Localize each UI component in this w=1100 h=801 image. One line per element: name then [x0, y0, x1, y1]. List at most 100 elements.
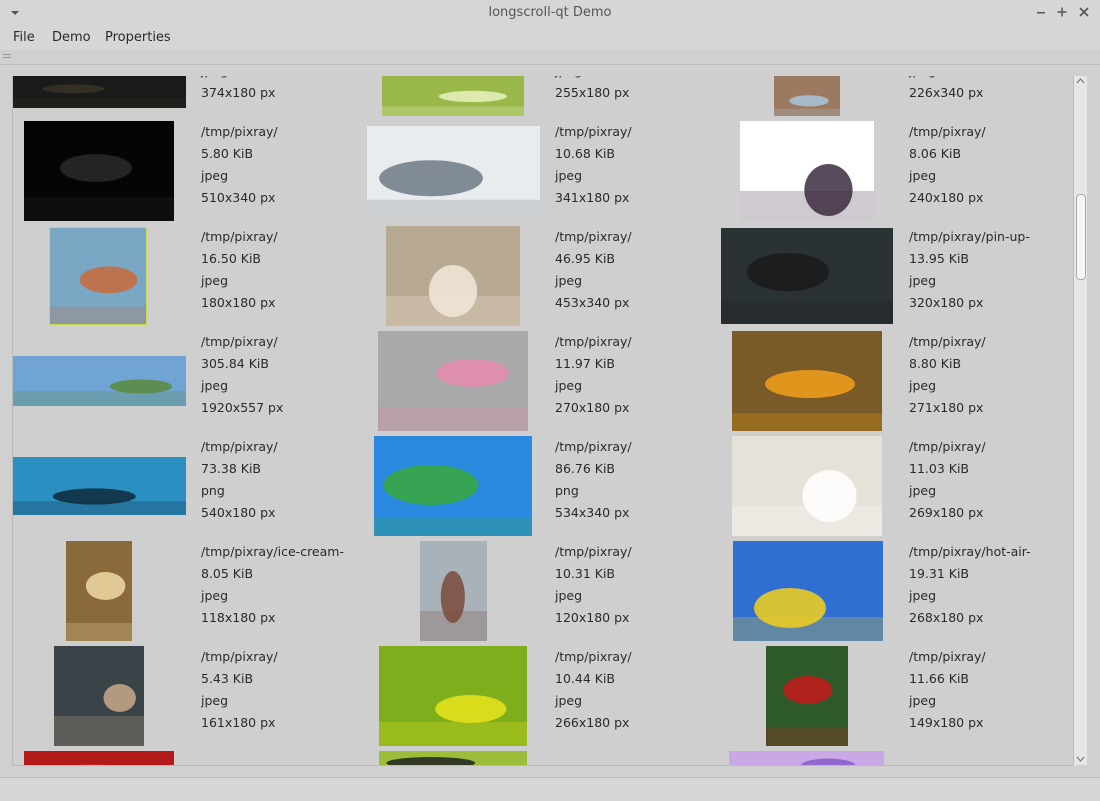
image-thumbnail[interactable] [740, 121, 874, 221]
image-thumbnail[interactable] [420, 541, 487, 641]
file-type: png [201, 483, 225, 498]
image-dimensions: 271x180 px [909, 400, 984, 415]
image-metadata: /tmp/pixray/ice-cream- 8.05 KiB jpeg 118x18… [201, 541, 344, 629]
file-path: /tmp/pixray/ [201, 649, 278, 664]
image-thumbnail[interactable] [24, 751, 174, 765]
file-type: jpeg [201, 378, 229, 393]
maximize-icon[interactable] [1054, 4, 1070, 20]
image-thumbnail[interactable] [733, 541, 883, 641]
image-thumbnail[interactable] [24, 121, 174, 221]
file-size: 10.44 KiB [555, 671, 616, 686]
file-type: jpeg [909, 168, 937, 183]
image-dimensions: 118x180 px [201, 610, 276, 625]
file-size: 305.84 KiB [201, 356, 269, 371]
file-type: jpeg [555, 273, 583, 288]
image-thumbnail[interactable] [13, 76, 186, 108]
image-dimensions: 374x180 px [201, 85, 276, 100]
image-thumbnail[interactable] [379, 751, 527, 765]
image-list[interactable]: jpeg374x180 px jpeg255x180 px jpeg226x34… [12, 76, 1073, 766]
image-metadata: /tmp/pixray/10.44 KiB jpeg 266x180 px [555, 646, 632, 734]
image-dimensions: 161x180 px [201, 715, 276, 730]
image-metadata: /tmp/pixray/11.66 KiB jpeg 149x180 px [909, 646, 986, 734]
image-dimensions: 255x180 px [555, 85, 630, 100]
image-thumbnail[interactable] [54, 646, 144, 746]
image-thumbnail[interactable] [729, 751, 884, 765]
image-metadata: /tmp/pixray/46.95 KiB jpeg 453x340 px [555, 226, 632, 314]
image-dimensions: 1920x557 px [201, 400, 284, 415]
image-metadata: /tmp/pixray/11.03 KiB jpeg 269x180 px [909, 436, 986, 524]
image-thumbnail[interactable] [732, 436, 882, 536]
file-size: 11.03 KiB [909, 461, 970, 476]
file-type: jpeg [909, 483, 937, 498]
image-dimensions: 268x180 px [909, 610, 984, 625]
file-type: jpeg [909, 378, 937, 393]
image-dimensions: 453x340 px [555, 295, 630, 310]
file-path: /tmp/pixray/ [909, 334, 986, 349]
menu-file[interactable]: File [13, 30, 35, 45]
image-thumbnail[interactable] [378, 331, 528, 431]
window-title: longscroll-qt Demo [488, 5, 612, 20]
image-dimensions: 540x180 px [201, 505, 276, 520]
image-thumbnail[interactable] [386, 226, 520, 326]
image-thumbnail[interactable] [367, 126, 540, 216]
toolbar-grip-icon[interactable] [2, 52, 12, 60]
file-path: /tmp/pixray/ [201, 229, 278, 244]
file-type: jpeg [909, 273, 937, 288]
image-dimensions: 510x340 px [201, 190, 276, 205]
image-metadata: /tmp/pixray/10.68 KiB jpeg 341x180 px [555, 121, 632, 209]
file-size: 46.95 KiB [555, 251, 616, 266]
image-thumbnail[interactable] [774, 76, 840, 116]
file-path: /tmp/pixray/pin-up- [909, 229, 1030, 244]
image-dimensions: 341x180 px [555, 190, 630, 205]
file-type: jpeg [201, 168, 229, 183]
file-path: /tmp/pixray/ [201, 439, 278, 454]
file-type: jpeg [201, 273, 229, 288]
file-type: jpeg [555, 168, 583, 183]
image-thumbnail[interactable] [721, 228, 893, 324]
file-type: jpeg [909, 693, 937, 708]
file-size: 10.68 KiB [555, 146, 616, 161]
file-size: 73.38 KiB [201, 461, 262, 476]
file-size: 16.50 KiB [201, 251, 262, 266]
scrollbar-thumb[interactable] [1076, 194, 1086, 280]
file-path: /tmp/pixray/ [555, 124, 632, 139]
image-thumbnail[interactable] [766, 646, 848, 746]
image-thumbnail[interactable] [13, 356, 186, 406]
file-size: 13.95 KiB [909, 251, 970, 266]
image-thumbnail[interactable] [66, 541, 132, 641]
menu-properties[interactable]: Properties [105, 30, 171, 45]
image-thumbnail[interactable] [49, 227, 147, 325]
toolbar-separator [0, 64, 1100, 65]
menu-demo[interactable]: Demo [52, 30, 91, 45]
image-thumbnail[interactable] [732, 331, 882, 431]
image-metadata: /tmp/pixray/16.50 KiB jpeg 180x180 px [201, 226, 278, 314]
file-path: /tmp/pixray/ [555, 229, 632, 244]
scroll-up-icon[interactable] [1076, 78, 1085, 84]
file-path: /tmp/pixray/ [909, 124, 986, 139]
image-metadata: /tmp/pixray/hot-air- 19.31 KiB jpeg 268x180… [909, 541, 1031, 629]
image-thumbnail[interactable] [13, 457, 186, 515]
file-path: /tmp/pixray/ [909, 649, 986, 664]
menu-bar: File Demo Properties [0, 26, 1100, 50]
image-dimensions: 240x180 px [909, 190, 984, 205]
close-icon[interactable] [1076, 4, 1092, 20]
image-thumbnail[interactable] [382, 76, 524, 116]
file-path: /tmp/pixray/ [201, 124, 278, 139]
image-dimensions: 120x180 px [555, 610, 630, 625]
image-dimensions: 270x180 px [555, 400, 630, 415]
file-size: 8.80 KiB [909, 356, 962, 371]
image-thumbnail[interactable] [379, 646, 527, 746]
image-dimensions: 180x180 px [201, 295, 276, 310]
image-metadata: jpeg255x180 px [555, 76, 629, 104]
file-size: 86.76 KiB [555, 461, 616, 476]
file-size: 8.06 KiB [909, 146, 962, 161]
image-metadata: jpeg226x340 px [909, 76, 983, 104]
scroll-down-icon[interactable] [1076, 756, 1085, 762]
minimize-icon[interactable] [1033, 4, 1049, 20]
file-path: /tmp/pixray/ [555, 649, 632, 664]
image-metadata: /tmp/pixray/10.31 KiB jpeg 120x180 px [555, 541, 632, 629]
file-type: png [555, 483, 579, 498]
image-thumbnail[interactable] [374, 436, 532, 536]
image-dimensions: 320x180 px [909, 295, 984, 310]
vertical-scrollbar[interactable] [1073, 76, 1087, 765]
